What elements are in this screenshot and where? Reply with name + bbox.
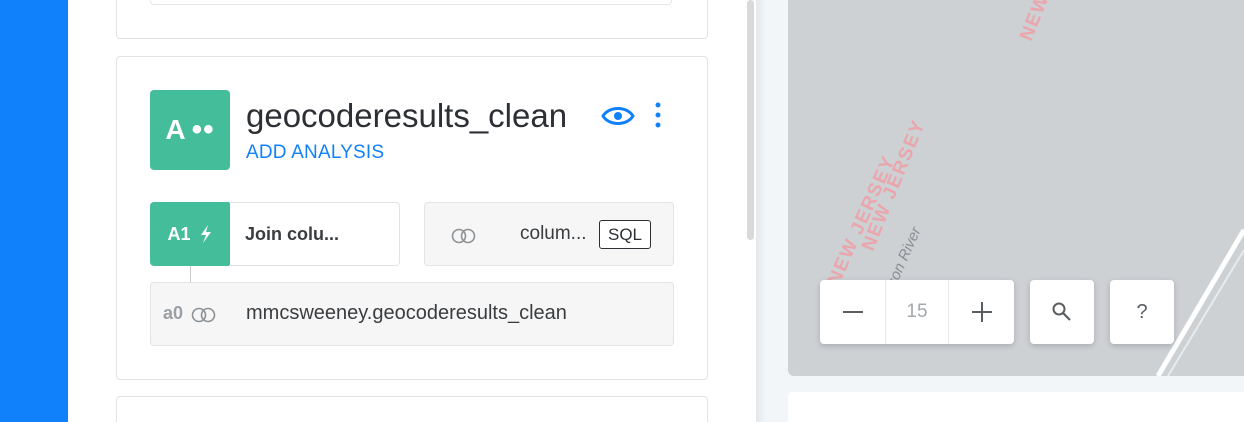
minus-icon [842, 311, 863, 313]
source-box[interactable]: a0 mmcsweeney.geocoderesults_clean [150, 282, 674, 346]
sql-chip[interactable]: SQL [599, 220, 652, 249]
toggle-icon[interactable] [451, 228, 477, 244]
layer-badge-letter: A [165, 114, 186, 145]
analysis-node-badge[interactable]: A1 [150, 202, 230, 266]
add-analysis-link[interactable]: ADD ANALYSIS [246, 142, 384, 164]
panel-scrollbar[interactable] [747, 0, 754, 240]
map-search-button[interactable] [1030, 280, 1094, 344]
source-name: mmcsweeney.geocoderesults_clean [246, 302, 567, 324]
layer-title[interactable]: geocoderesults_clean [246, 97, 567, 135]
map-help-button[interactable]: ? [1110, 280, 1174, 344]
eye-icon[interactable] [601, 102, 635, 130]
analysis-node-id: A1 [167, 223, 191, 244]
parameter-box[interactable]: colum... SQL [424, 202, 674, 266]
layer-badge-dots: •• [191, 113, 215, 146]
kebab-icon[interactable] [648, 101, 668, 131]
analysis-node-label[interactable]: Join colu... [229, 202, 400, 266]
zoom-out-button[interactable] [820, 280, 885, 344]
previous-layer-card-inner [150, 0, 672, 5]
map-bottom-card [788, 392, 1244, 422]
toggle-icon[interactable] [191, 307, 217, 323]
parameter-label: colum... [520, 223, 587, 244]
app-nav-rail [0, 0, 68, 422]
layer-badge[interactable]: A •• [150, 90, 230, 170]
zoom-control: 15 [820, 280, 1014, 344]
lightning-icon [200, 225, 211, 243]
panel-shadow [756, 0, 766, 422]
zoom-in-button[interactable] [949, 280, 1014, 344]
zoom-level: 15 [885, 280, 949, 344]
next-layer-card[interactable] [116, 396, 708, 422]
previous-layer-card[interactable] [116, 0, 708, 39]
plus-icon [971, 302, 992, 322]
search-icon [1052, 302, 1071, 321]
source-id: a0 [163, 303, 184, 323]
